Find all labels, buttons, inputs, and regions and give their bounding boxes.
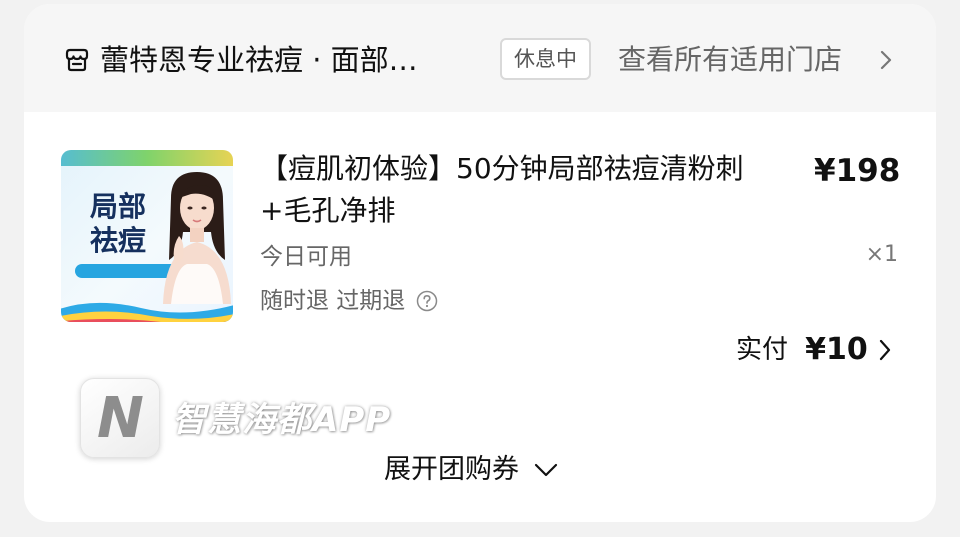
thumbnail-title: 局部祛痘	[89, 190, 146, 257]
original-price: ¥198	[814, 153, 901, 189]
product-title[interactable]: 【痘肌初体验】50分钟局部祛痘清粉刺+毛孔净排	[260, 148, 780, 232]
watermark-text: 智慧海都APP	[172, 400, 392, 440]
product-thumbnail[interactable]: 局部祛痘	[61, 150, 233, 322]
watermark: N 智慧海都APP	[80, 378, 500, 460]
refund-policy: 随时退 过期退	[260, 284, 438, 318]
thumbnail-color-band	[61, 302, 233, 322]
expand-label: 展开团购券	[384, 454, 519, 485]
chevron-right-icon[interactable]	[879, 339, 891, 361]
status-badge: 休息中	[500, 38, 591, 80]
paid-label: 实付	[736, 335, 789, 365]
all-stores-link[interactable]: 查看所有适用门店	[618, 40, 842, 80]
store-name[interactable]: 蕾特恩专业祛痘 · 面部…	[100, 40, 496, 80]
quantity: ×1	[865, 242, 898, 267]
chevron-right-icon[interactable]	[880, 50, 892, 70]
model-portrait-image	[163, 172, 231, 304]
store-icon	[65, 48, 89, 72]
thumbnail-top-stripe	[61, 150, 233, 166]
expand-vouchers-button[interactable]: 展开团购券	[384, 450, 558, 490]
store-header[interactable]: 蕾特恩专业祛痘 · 面部… 休息中 查看所有适用门店	[24, 4, 936, 112]
chevron-down-icon	[534, 463, 558, 477]
question-circle-icon[interactable]	[416, 290, 438, 312]
payment-summary[interactable]: 实付 ¥10	[736, 330, 891, 370]
watermark-logo-letter: N	[97, 386, 144, 451]
order-card: 蕾特恩专业祛痘 · 面部… 休息中 查看所有适用门店 局部祛痘 【痘肌初体验】5…	[24, 4, 936, 522]
refund-policy-text: 随时退 过期退	[260, 288, 406, 314]
usage-availability: 今日可用	[260, 244, 352, 270]
watermark-logo: N	[80, 378, 160, 458]
paid-amount: ¥10	[805, 332, 868, 367]
